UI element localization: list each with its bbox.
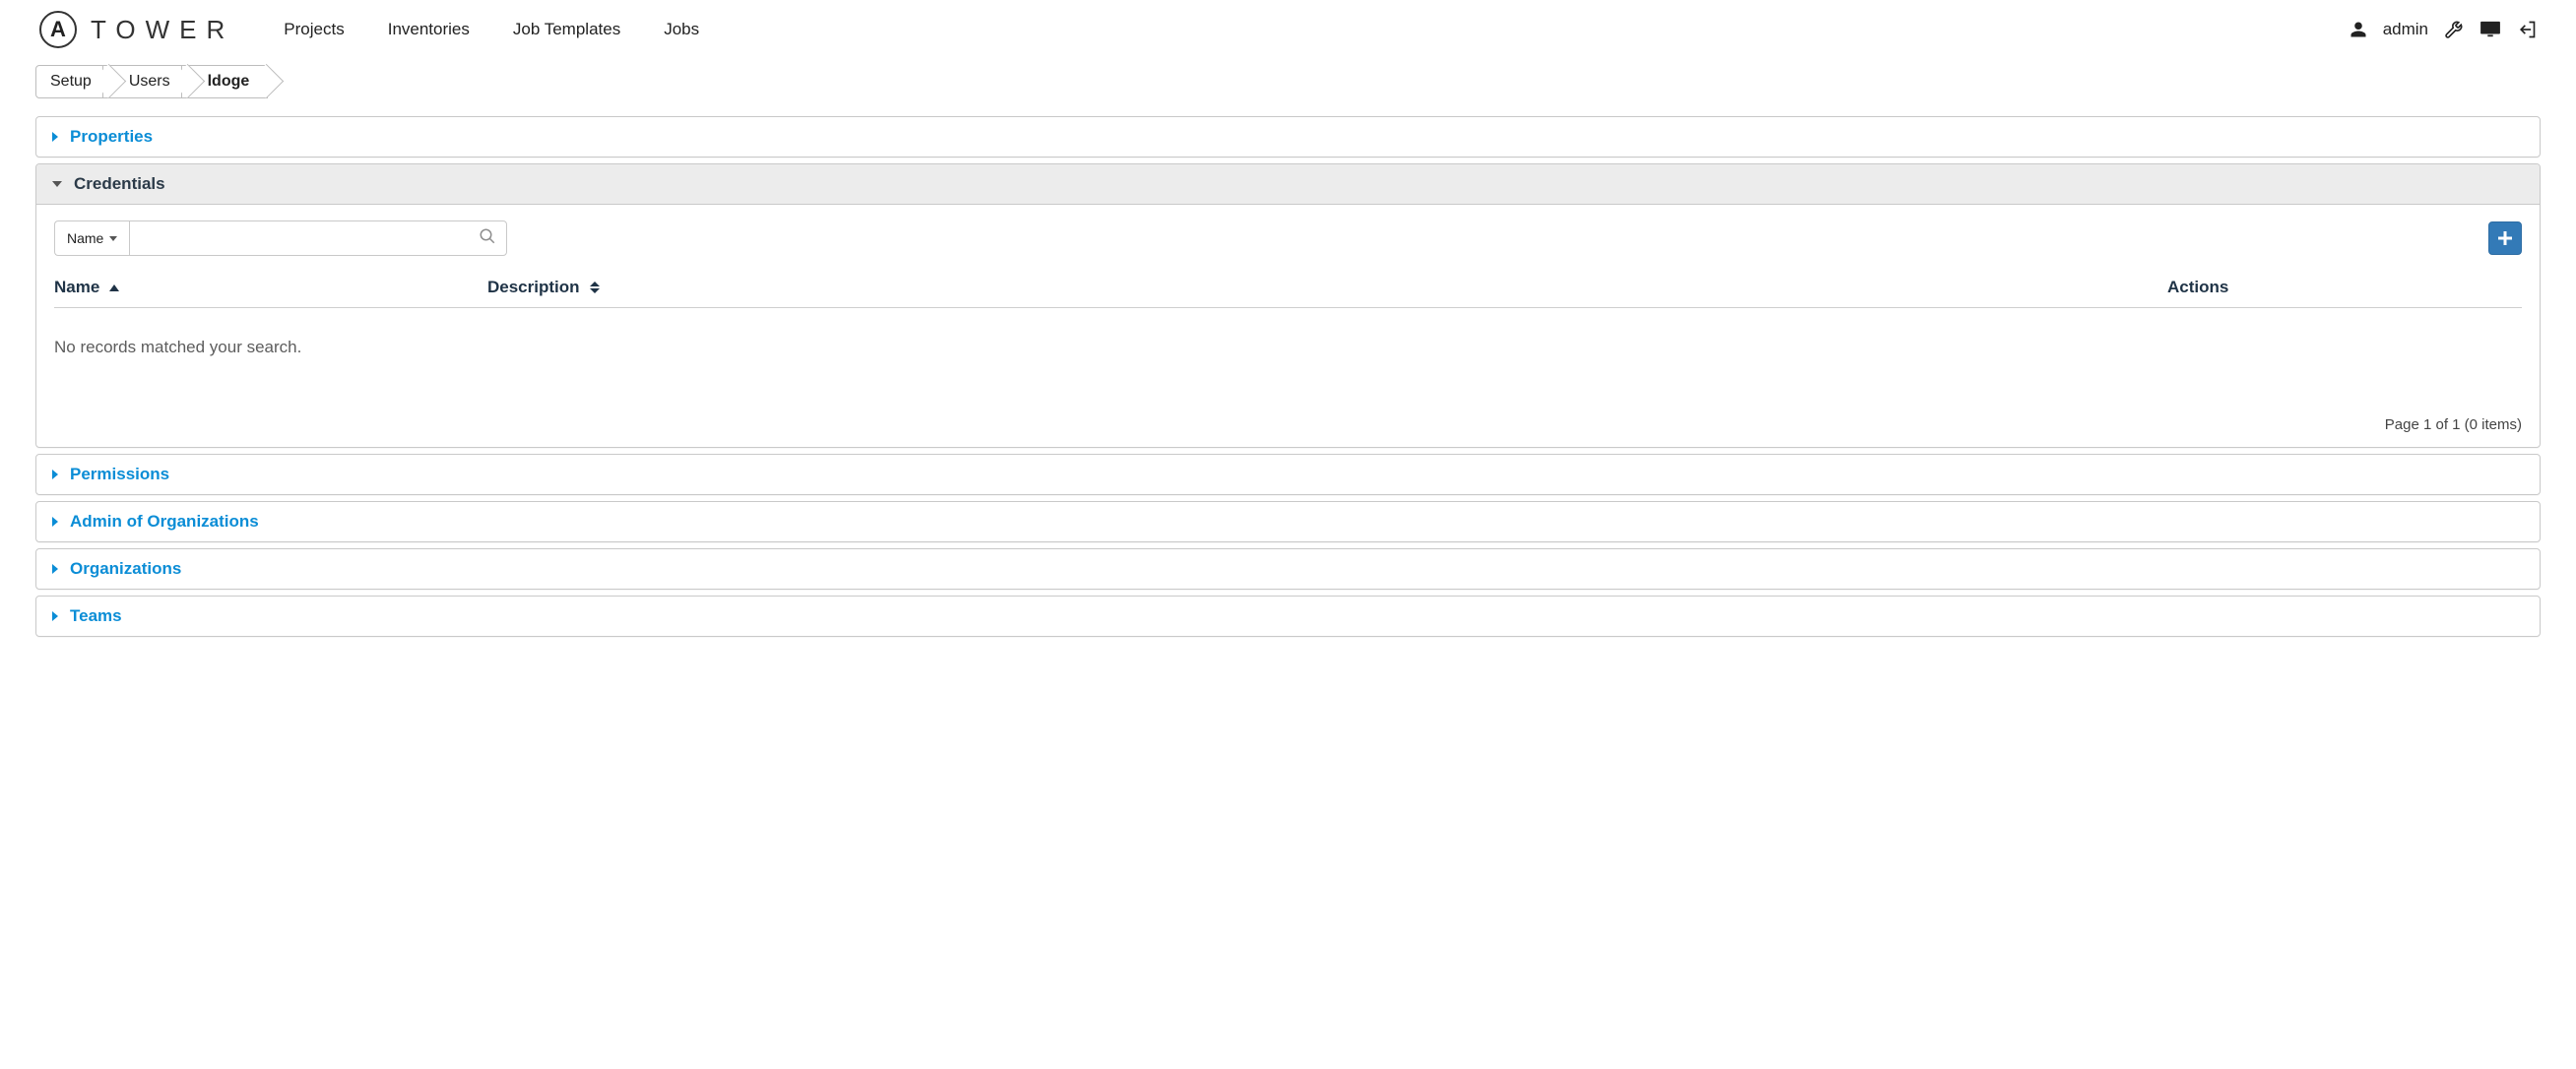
panel-teams-title: Teams bbox=[70, 606, 122, 626]
chevron-down-icon bbox=[52, 181, 62, 187]
nav-projects[interactable]: Projects bbox=[284, 20, 344, 39]
user-area: admin bbox=[2350, 20, 2537, 39]
brand-logo-mark: A bbox=[39, 11, 77, 48]
credentials-empty-message: No records matched your search. bbox=[54, 308, 2522, 416]
logout-icon[interactable] bbox=[2517, 20, 2537, 39]
panel-properties-header[interactable]: Properties bbox=[36, 117, 2540, 157]
nav-jobs[interactable]: Jobs bbox=[664, 20, 699, 39]
credentials-pager: Page 1 of 1 (0 items) bbox=[54, 416, 2522, 433]
caret-down-icon bbox=[109, 236, 117, 241]
user-icon[interactable] bbox=[2350, 21, 2367, 38]
panel-properties-title: Properties bbox=[70, 127, 153, 147]
panel-credentials-header[interactable]: Credentials bbox=[36, 164, 2540, 205]
filter-field-select[interactable]: Name bbox=[54, 220, 129, 256]
panel-permissions-header[interactable]: Permissions bbox=[36, 455, 2540, 494]
content: Setup Users ldoge Properties Credentials… bbox=[0, 65, 2576, 672]
panel-organizations-title: Organizations bbox=[70, 559, 181, 579]
panel-credentials-title: Credentials bbox=[74, 174, 165, 194]
sort-icon bbox=[590, 282, 600, 293]
chevron-right-icon bbox=[52, 517, 58, 527]
chevron-right-icon bbox=[52, 564, 58, 574]
panel-admin-orgs: Admin of Organizations bbox=[35, 501, 2541, 542]
search-wrap bbox=[129, 220, 507, 256]
panel-admin-orgs-title: Admin of Organizations bbox=[70, 512, 259, 532]
panel-teams-header[interactable]: Teams bbox=[36, 597, 2540, 636]
add-credential-button[interactable] bbox=[2488, 221, 2522, 255]
credentials-toolbar: Name bbox=[54, 220, 2522, 256]
breadcrumb: Setup Users ldoge bbox=[35, 65, 2541, 98]
panel-teams: Teams bbox=[35, 596, 2541, 637]
panel-admin-orgs-header[interactable]: Admin of Organizations bbox=[36, 502, 2540, 541]
brand-logo-text: TOWER bbox=[91, 15, 234, 45]
chevron-right-icon bbox=[52, 132, 58, 142]
topbar: A TOWER Projects Inventories Job Templat… bbox=[0, 0, 2576, 59]
column-name[interactable]: Name bbox=[54, 278, 487, 297]
filter-field-label: Name bbox=[67, 230, 103, 246]
panel-permissions: Permissions bbox=[35, 454, 2541, 495]
breadcrumb-setup[interactable]: Setup bbox=[35, 65, 110, 98]
column-description[interactable]: Description bbox=[487, 278, 2167, 297]
panel-credentials: Credentials Name bbox=[35, 163, 2541, 448]
brand-logo[interactable]: A TOWER bbox=[39, 11, 234, 48]
settings-icon[interactable] bbox=[2444, 20, 2464, 39]
sort-asc-icon bbox=[109, 284, 119, 291]
panel-permissions-title: Permissions bbox=[70, 465, 169, 484]
user-name[interactable]: admin bbox=[2383, 20, 2428, 39]
nav-job-templates[interactable]: Job Templates bbox=[513, 20, 620, 39]
panel-organizations-header[interactable]: Organizations bbox=[36, 549, 2540, 589]
chevron-right-icon bbox=[52, 611, 58, 621]
nav-inventories[interactable]: Inventories bbox=[388, 20, 470, 39]
chevron-right-icon bbox=[52, 470, 58, 479]
panel-properties: Properties bbox=[35, 116, 2541, 157]
column-actions: Actions bbox=[2167, 278, 2522, 297]
search-icon[interactable] bbox=[479, 227, 496, 249]
monitor-icon[interactable] bbox=[2479, 21, 2501, 38]
panel-organizations: Organizations bbox=[35, 548, 2541, 590]
search-input[interactable] bbox=[130, 221, 506, 255]
credentials-table-header: Name Description Actions bbox=[54, 278, 2522, 308]
main-nav: Projects Inventories Job Templates Jobs bbox=[284, 20, 699, 39]
panel-credentials-body: Name Name bbox=[36, 205, 2540, 447]
